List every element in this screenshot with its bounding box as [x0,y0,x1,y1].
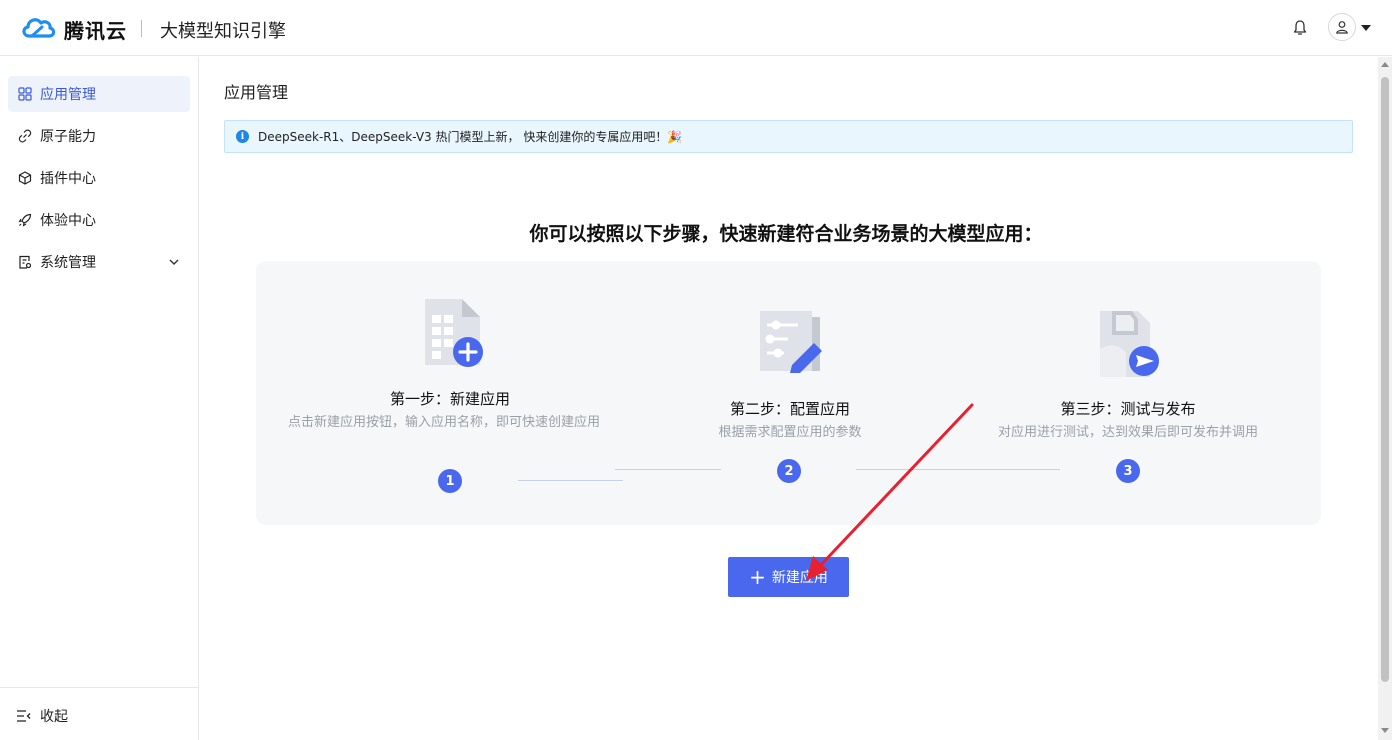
steps-headline: 你可以按照以下步骤，快速新建符合业务场景的大模型应用： [529,223,1043,245]
sidebar-item-app-management[interactable]: 应用管理 [8,76,190,112]
step-3-description: 对应用进行测试，达到效果后即可发布并调用 [997,425,1258,440]
page-scrollbar[interactable] [1378,57,1392,740]
sidebar-item-system-management[interactable]: 系统管理 [8,244,190,280]
step-2-title: 第二步：配置应用 [729,400,850,418]
step-3-title: 第三步：测试与发布 [1060,400,1196,418]
page-title: 应用管理 [224,83,289,102]
plus-icon: + [749,565,766,589]
grid-icon [18,87,32,101]
caret-down-icon[interactable] [1361,25,1371,31]
sidebar-footer: 收起 [0,687,198,740]
alert-text: DeepSeek-R1、DeepSeek-V3 热门模型上新， 快来创建你的专属… [258,130,683,144]
brand-name[interactable]: 腾讯云 [64,15,127,44]
test-publish-send-icon [1100,311,1159,377]
scroll-thumb[interactable] [1381,77,1389,682]
sidebar-item-label: 原子能力 [40,129,96,145]
sidebar-item-label: 应用管理 [40,87,96,103]
new-document-plus-icon [425,299,483,367]
step-2-description: 根据需求配置应用的参数 [718,425,862,440]
sidebar-item-label: 系统管理 [40,255,96,271]
steps-card: 第一步：新建应用 点击新建应用按钮，输入应用名称，即可快速创建应用 1 第二步：… [256,261,1321,525]
collapse-menu-icon [17,710,31,722]
product-name: 大模型知识引擎 [160,21,286,42]
info-icon: i [236,130,249,143]
step-connector [615,469,721,470]
top-header: 腾讯云 大模型知识引擎 [0,0,1392,56]
link-icon [18,129,32,143]
sidebar: 应用管理 原子能力 插件中心 体验中心 系统管理 收起 [0,57,199,740]
configure-settings-edit-icon [760,311,822,373]
tencent-cloud-logo-icon[interactable] [20,14,56,42]
header-divider [141,20,142,37]
step-2-number: 2 [777,459,801,483]
sidebar-item-label: 插件中心 [40,171,96,187]
scroll-down-arrow-icon[interactable] [1381,728,1389,733]
collapse-label: 收起 [40,709,68,725]
announcement-alert: i DeepSeek-R1、DeepSeek-V3 热门模型上新， 快来创建你的… [224,120,1353,153]
collapse-button[interactable]: 收起 [16,706,68,726]
step-connector [518,480,623,481]
create-app-button[interactable]: + 新建应用 [728,557,849,597]
scroll-up-arrow-icon[interactable] [1381,62,1389,67]
step-1-number: 1 [438,469,462,493]
cube-icon [18,171,32,185]
user-icon [1336,21,1348,34]
step-1-description: 点击新建应用按钮，输入应用名称，即可快速创建应用 [288,415,601,430]
settings-doc-icon [19,255,32,269]
sidebar-item-atomic-capabilities[interactable]: 原子能力 [8,118,190,154]
step-connector [856,469,1060,470]
chevron-down-icon[interactable] [168,256,180,268]
bell-icon[interactable] [1292,19,1308,37]
step-3-number: 3 [1116,459,1140,483]
sidebar-item-plugin-center[interactable]: 插件中心 [8,160,190,196]
step-1-title: 第一步：新建应用 [389,390,510,408]
create-app-button-label: 新建应用 [771,570,828,586]
user-avatar[interactable] [1328,13,1356,41]
